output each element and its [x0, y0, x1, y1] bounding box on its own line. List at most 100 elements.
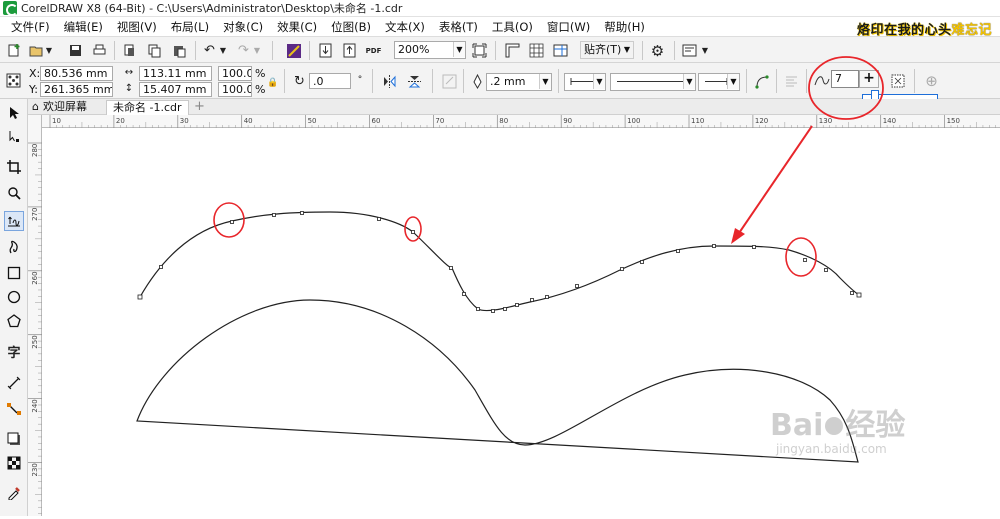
- start-arrowhead-combo[interactable]: ▼: [564, 73, 606, 91]
- show-rulers-icon[interactable]: [503, 41, 522, 60]
- redo-dropdown-icon[interactable]: ▼: [252, 41, 262, 60]
- parallel-dimension-tool-icon[interactable]: [4, 373, 24, 393]
- menu-help[interactable]: 帮助(H): [597, 19, 652, 35]
- full-screen-icon[interactable]: [470, 41, 489, 60]
- curve-node[interactable]: [137, 294, 143, 300]
- end-arrowhead-combo[interactable]: ▼: [698, 73, 740, 91]
- launcher-dropdown-icon[interactable]: ▼: [700, 41, 710, 60]
- vertical-ruler[interactable]: 280 270 260 250 240 230: [28, 115, 42, 516]
- redo-icon[interactable]: ↷: [234, 41, 253, 60]
- export-icon[interactable]: [340, 41, 359, 60]
- search-content-icon[interactable]: [284, 41, 303, 60]
- curve-node[interactable]: [462, 292, 466, 296]
- save-icon[interactable]: [66, 41, 85, 60]
- curve-node[interactable]: [503, 307, 507, 311]
- tab-document[interactable]: 未命名 -1.cdr: [106, 100, 189, 115]
- select-all-nodes-icon[interactable]: [888, 71, 907, 90]
- x-position-field[interactable]: 80.536 mm: [40, 66, 113, 81]
- smoothing-slider-toggle[interactable]: +: [859, 70, 879, 88]
- rotation-angle-field[interactable]: .0: [309, 73, 351, 89]
- print-icon[interactable]: [90, 41, 109, 60]
- height-field[interactable]: 15.407 mm: [139, 82, 212, 97]
- drawing-canvas[interactable]: [42, 128, 1000, 516]
- wrap-text-icon[interactable]: [440, 72, 459, 91]
- line-style-combo[interactable]: ▼: [610, 73, 696, 91]
- transparency-tool-icon[interactable]: [4, 453, 24, 473]
- mirror-horizontal-icon[interactable]: [380, 72, 399, 91]
- show-guidelines-icon[interactable]: [551, 41, 570, 60]
- artistic-media-tool-icon[interactable]: [4, 237, 24, 257]
- options-gear-icon[interactable]: ⚙: [648, 41, 667, 60]
- curve-node[interactable]: [449, 266, 453, 270]
- text-align-icon[interactable]: [782, 72, 801, 91]
- pick-tool-icon[interactable]: [4, 103, 24, 123]
- close-curve-icon[interactable]: [752, 72, 771, 91]
- lock-ratio-icon[interactable]: 🔒: [267, 77, 279, 89]
- curve-node[interactable]: [515, 303, 519, 307]
- y-position-field[interactable]: 261.365 mm: [40, 82, 113, 97]
- publish-pdf-icon[interactable]: PDF: [364, 41, 383, 60]
- copy-icon[interactable]: [145, 41, 164, 60]
- menu-view[interactable]: 视图(V): [110, 19, 164, 35]
- curve-node[interactable]: [620, 267, 624, 271]
- horizontal-ruler[interactable]: 10 20 30 40 50 60 70 80 90 100 110 120 130 140 150: [42, 115, 1000, 128]
- freehand-tool-icon[interactable]: [4, 211, 24, 231]
- menu-layout[interactable]: 布局(L): [164, 19, 216, 35]
- menu-window[interactable]: 窗口(W): [540, 19, 597, 35]
- eyedropper-tool-icon[interactable]: [4, 483, 24, 503]
- add-tab-button[interactable]: +: [188, 100, 211, 115]
- object-origin-icon[interactable]: [4, 71, 23, 90]
- curve-node[interactable]: [803, 258, 807, 262]
- curve-node[interactable]: [545, 295, 549, 299]
- new-document-icon[interactable]: [5, 41, 24, 60]
- tab-welcome-screen[interactable]: ⌂ 欢迎屏幕: [28, 100, 93, 115]
- outline-width-combo[interactable]: .2 mm ▼: [486, 73, 552, 91]
- width-field[interactable]: 113.11 mm: [139, 66, 212, 81]
- curve-node[interactable]: [377, 217, 381, 221]
- import-icon[interactable]: [316, 41, 335, 60]
- menu-table[interactable]: 表格(T): [432, 19, 485, 35]
- curve-node[interactable]: [159, 265, 163, 269]
- polygon-tool-icon[interactable]: [4, 311, 24, 331]
- curve-node[interactable]: [850, 291, 854, 295]
- rectangle-tool-icon[interactable]: [4, 263, 24, 283]
- snap-to-menu[interactable]: 贴齐(T) ▼: [580, 41, 634, 59]
- menu-bitmaps[interactable]: 位图(B): [324, 19, 378, 35]
- curve-node[interactable]: [530, 298, 534, 302]
- scale-x-field[interactable]: 100.0: [218, 66, 252, 81]
- menu-file[interactable]: 文件(F): [4, 19, 57, 35]
- curve-node[interactable]: [856, 292, 862, 298]
- zoom-dropdown-icon[interactable]: ▼: [453, 42, 465, 57]
- shape-tool-icon[interactable]: [4, 127, 24, 147]
- menu-tools[interactable]: 工具(O): [485, 19, 540, 35]
- outline-width-dropdown-icon[interactable]: ▼: [539, 74, 551, 89]
- menu-object[interactable]: 对象(C): [216, 19, 270, 35]
- menu-text[interactable]: 文本(X): [378, 19, 432, 35]
- closed-curve-shape[interactable]: [136, 299, 859, 463]
- application-launcher-icon[interactable]: [680, 41, 699, 60]
- paste-icon[interactable]: [170, 41, 189, 60]
- curve-node[interactable]: [300, 211, 304, 215]
- mirror-vertical-icon[interactable]: [405, 72, 424, 91]
- show-grid-icon[interactable]: [527, 41, 546, 60]
- curve-node[interactable]: [272, 213, 276, 217]
- undo-dropdown-icon[interactable]: ▼: [218, 41, 228, 60]
- ellipse-tool-icon[interactable]: [4, 287, 24, 307]
- curve-node[interactable]: [640, 260, 644, 264]
- curve-node[interactable]: [712, 244, 716, 248]
- zoom-tool-icon[interactable]: [4, 183, 24, 203]
- menu-edit[interactable]: 编辑(E): [57, 19, 110, 35]
- drop-shadow-tool-icon[interactable]: [4, 429, 24, 449]
- connector-tool-icon[interactable]: [4, 399, 24, 419]
- open-dropdown-icon[interactable]: ▼: [44, 41, 54, 60]
- crop-tool-icon[interactable]: [4, 157, 24, 177]
- curve-node[interactable]: [476, 307, 480, 311]
- curve-node[interactable]: [411, 230, 415, 234]
- undo-icon[interactable]: ↶: [200, 41, 219, 60]
- curve-node[interactable]: [575, 284, 579, 288]
- text-tool-icon[interactable]: 字: [4, 341, 24, 361]
- curve-node[interactable]: [491, 309, 495, 313]
- curve-node[interactable]: [752, 245, 756, 249]
- curve-node[interactable]: [676, 249, 680, 253]
- end-arrow-dropdown-icon[interactable]: ▼: [727, 74, 739, 89]
